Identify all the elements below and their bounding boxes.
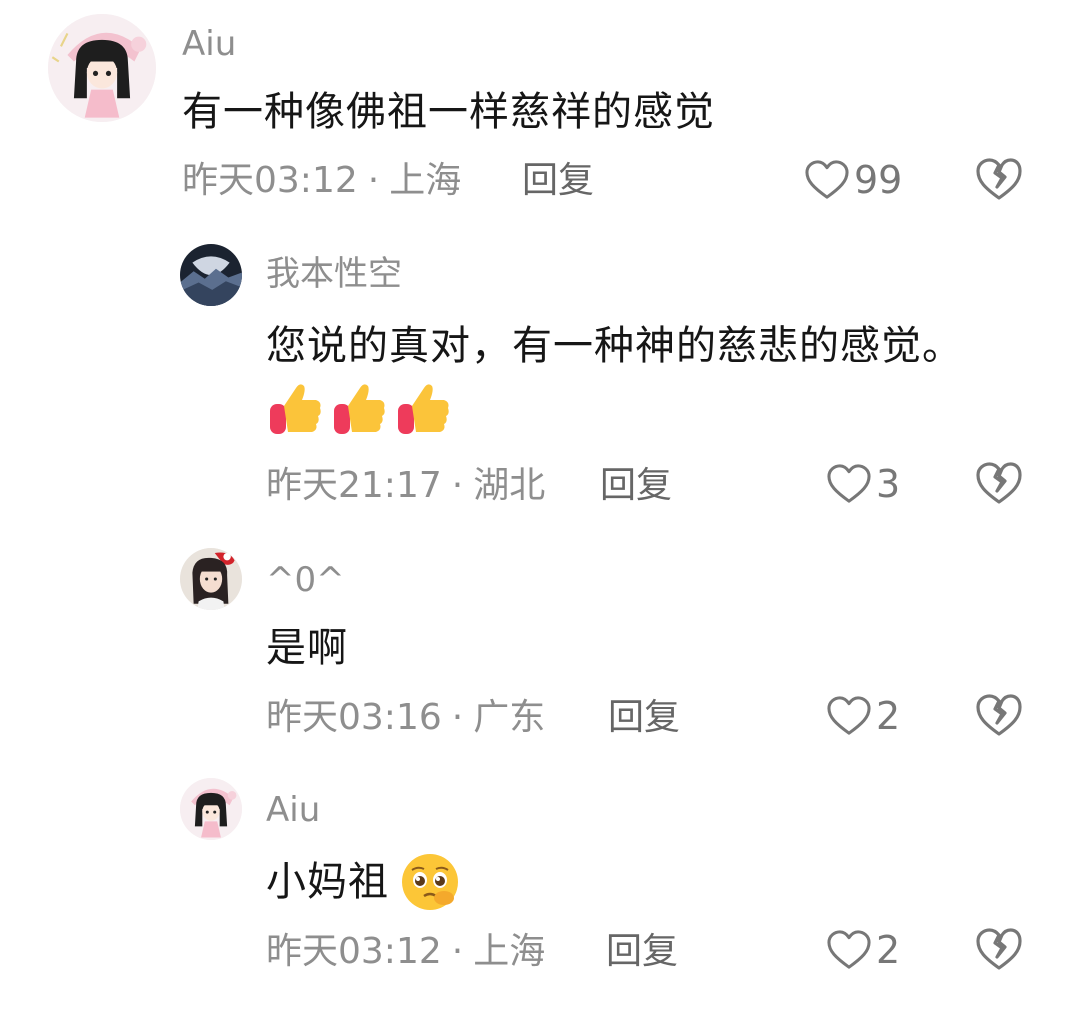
dislike-button[interactable]	[974, 926, 1024, 972]
thumbs-up-emoji-icon	[398, 384, 449, 434]
broken-heart-icon	[976, 928, 1022, 970]
anime-girl-avatar-icon	[180, 778, 242, 840]
comment-time: 昨天21:17	[266, 465, 442, 506]
separator-dot: ·	[451, 697, 464, 738]
broken-heart-icon	[976, 158, 1022, 200]
like-count: 3	[876, 462, 901, 506]
dislike-button[interactable]	[974, 692, 1024, 738]
comment-username[interactable]: Aiu	[182, 24, 236, 64]
like-count: 99	[854, 158, 903, 202]
like-count: 2	[876, 694, 901, 738]
avatar[interactable]	[180, 244, 242, 306]
dislike-button[interactable]	[974, 156, 1024, 202]
comment-location: 上海	[389, 160, 462, 201]
comment-time: 昨天03:12	[182, 160, 358, 201]
thumbs-up-emoji-icon	[334, 384, 385, 434]
comment-time: 昨天03:16	[266, 697, 442, 738]
heart-icon	[805, 160, 849, 199]
separator-dot: ·	[367, 160, 380, 201]
comment-text: 小妈祖	[266, 858, 389, 906]
comment-text-content: 小妈祖	[266, 859, 389, 905]
comment-location: 广东	[473, 697, 546, 738]
comment-location: 上海	[473, 931, 546, 972]
comment-text: 是啊	[266, 625, 348, 671]
comment-meta: 昨天21:17 · 湖北	[266, 464, 545, 508]
heart-icon	[827, 696, 871, 735]
broken-heart-icon	[976, 694, 1022, 736]
avatar[interactable]	[48, 14, 156, 122]
comment-text: 您说的真对，有一种神的慈悲的感觉。	[266, 323, 963, 369]
reply-button[interactable]: 回复	[606, 930, 678, 974]
comment-meta: 昨天03:12 · 上海	[266, 930, 545, 974]
thumbs-up-emoji-icon	[270, 384, 321, 434]
avatar[interactable]	[180, 548, 242, 610]
comment-time: 昨天03:12	[266, 931, 442, 972]
reply-button[interactable]: 回复	[522, 159, 594, 203]
like-button[interactable]: 3	[826, 462, 900, 506]
heart-icon	[827, 464, 871, 503]
girl-photo-avatar-icon	[180, 548, 242, 610]
anime-girl-avatar-icon	[48, 14, 156, 122]
comment-text: 有一种像佛祖一样慈祥的感觉	[182, 89, 715, 135]
heart-icon	[827, 930, 871, 969]
comment-meta: 昨天03:16 · 广东	[266, 696, 545, 740]
comment-username[interactable]: 我本性空	[266, 254, 402, 294]
like-button[interactable]: 99	[804, 158, 902, 202]
separator-dot: ·	[451, 931, 464, 972]
reply-button[interactable]: 回复	[600, 464, 672, 508]
separator-dot: ·	[451, 465, 464, 506]
comment-username[interactable]: ^0^	[266, 560, 345, 600]
like-button[interactable]: 2	[826, 928, 900, 972]
mountain-landscape-avatar-icon	[180, 244, 242, 306]
like-button[interactable]: 2	[826, 694, 900, 738]
dislike-button[interactable]	[974, 460, 1024, 506]
comment-meta: 昨天03:12 · 上海	[182, 159, 461, 203]
reply-button[interactable]: 回复	[608, 696, 680, 740]
comment-username[interactable]: Aiu	[266, 790, 320, 830]
like-count: 2	[876, 928, 901, 972]
comment-location: 湖北	[473, 465, 546, 506]
avatar[interactable]	[180, 778, 242, 840]
broken-heart-icon	[976, 462, 1022, 504]
pleading-face-emoji-icon	[402, 854, 458, 910]
